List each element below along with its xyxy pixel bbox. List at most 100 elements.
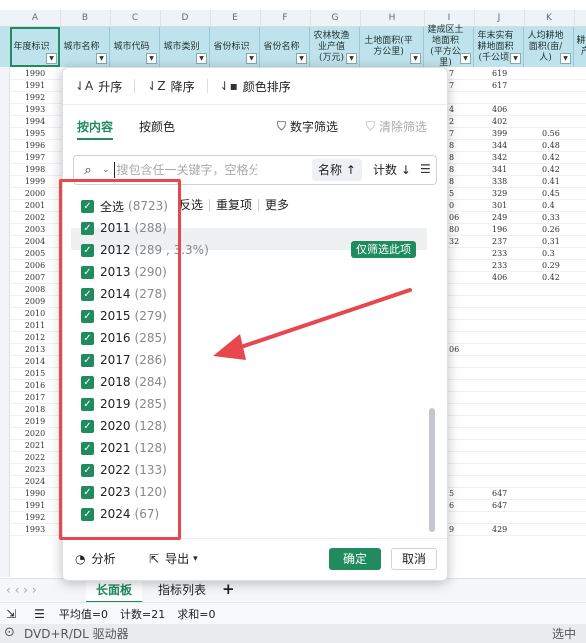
col-i-cell[interactable]: 8 (449, 176, 454, 188)
filter-dropdown-icon[interactable]: ▼ (410, 53, 421, 64)
col-i-cell[interactable]: 2 (449, 116, 454, 128)
col-i-cell[interactable]: 8 (449, 152, 454, 164)
col-j-cell[interactable]: 619 (492, 68, 507, 80)
col-k-cell[interactable]: 0.31 (542, 236, 560, 248)
year-cell[interactable]: 1993 (10, 104, 60, 116)
col-j-cell[interactable]: 647 (492, 488, 507, 500)
header-cell[interactable]: 城市代码 ▼ (110, 27, 160, 67)
col-j-cell[interactable]: 338 (492, 176, 507, 188)
duplicates-button[interactable]: 重复项 (210, 196, 258, 213)
year-cell[interactable]: 2011 (10, 320, 60, 332)
year-cell[interactable]: 1991 (10, 80, 60, 92)
col-i-cell[interactable]: 8 (449, 164, 454, 176)
col-i-cell[interactable]: 6 (449, 500, 454, 512)
year-cell[interactable]: 2021 (10, 440, 60, 452)
header-cell[interactable]: 省份名称 ▼ (260, 27, 310, 67)
chevron-down-icon[interactable]: ⌄ (102, 165, 110, 175)
year-cell[interactable]: 2016 (10, 380, 60, 392)
year-cell[interactable]: 1999 (10, 176, 60, 188)
filter-dropdown-icon[interactable]: ▼ (246, 53, 257, 64)
year-cell[interactable]: 2019 (10, 416, 60, 428)
col-k-cell[interactable]: 0.33 (542, 212, 560, 224)
year-cell[interactable]: 2008 (10, 284, 60, 296)
col-i-cell[interactable]: 32 (449, 236, 459, 248)
year-cell[interactable]: 1996 (10, 140, 60, 152)
number-filter-button[interactable]: ⛉ 数字筛选 (277, 118, 338, 135)
year-cell[interactable]: 2007 (10, 272, 60, 284)
year-cell[interactable]: 1997 (10, 152, 60, 164)
col-k-cell[interactable]: 0.42 (542, 272, 560, 284)
year-cell[interactable]: 2023 (10, 464, 60, 476)
drive-label[interactable]: DVD+R/DL 驱动器 (24, 625, 129, 642)
sort-color-button[interactable]: ⇃▪ 颜色排序 (208, 68, 303, 104)
col-j-cell[interactable]: 617 (492, 80, 507, 92)
year-cell[interactable]: 2004 (10, 236, 60, 248)
col-letter[interactable]: E (210, 10, 261, 26)
year-cell[interactable]: 2022 (10, 452, 60, 464)
header-cell[interactable]: 农林牧渔业产值(万元) ▼ (310, 27, 360, 67)
nav-arrows-icon[interactable]: ‹ ‹ › › (6, 583, 37, 597)
col-j-cell[interactable]: 647 (492, 500, 507, 512)
filter-dropdown-icon[interactable]: ▼ (296, 53, 307, 64)
header-cell[interactable]: 年末实有耕地面积(千公顷) ▼ (474, 27, 524, 67)
year-cell[interactable]: 2015 (10, 368, 60, 380)
header-cell[interactable]: 人均耕地面积(亩/人) ▼ (524, 27, 574, 67)
col-i-cell[interactable]: 5 (449, 488, 454, 500)
col-k-cell[interactable]: 0.42 (542, 152, 560, 164)
col-letter[interactable]: A (10, 10, 61, 26)
header-cell[interactable]: 耕地产 (574, 27, 586, 67)
add-sheet-button[interactable]: + (222, 580, 235, 598)
header-cell[interactable]: 年度标识 ▼ (10, 27, 60, 67)
export-button[interactable]: ⇱ 导出 ▾ (149, 550, 198, 567)
col-j-cell[interactable]: 429 (492, 524, 507, 536)
col-i-cell[interactable]: 7 (449, 128, 454, 140)
col-j-cell[interactable]: 399 (492, 128, 507, 140)
filter-dropdown-icon[interactable]: ▼ (196, 53, 207, 64)
filter-dropdown-icon[interactable]: ▼ (146, 53, 157, 64)
col-j-cell[interactable]: 233 (492, 260, 507, 272)
year-cell[interactable]: 2012 (10, 332, 60, 344)
col-k-cell[interactable]: 0.42 (542, 164, 560, 176)
filter-dropdown-icon[interactable]: ▼ (560, 53, 571, 64)
year-cell[interactable]: 2002 (10, 212, 60, 224)
filter-dropdown-icon[interactable]: ▼ (510, 53, 521, 64)
col-i-cell[interactable]: 4 (449, 104, 454, 116)
year-cell[interactable]: 2001 (10, 200, 60, 212)
year-cell[interactable]: 2005 (10, 248, 60, 260)
col-letter[interactable]: G (310, 10, 361, 26)
col-j-cell[interactable]: 406 (492, 104, 507, 116)
col-letter[interactable]: C (110, 10, 161, 26)
header-cell[interactable]: 城市名称 ▼ (60, 27, 110, 67)
col-i-cell[interactable]: 7 (449, 80, 454, 92)
header-cell[interactable]: 省份标识 ▼ (210, 27, 260, 67)
col-j-cell[interactable]: 196 (492, 224, 507, 236)
year-cell[interactable]: 1990 (10, 68, 60, 80)
col-j-cell[interactable]: 402 (492, 116, 507, 128)
search-icon[interactable]: ⌕ (74, 163, 102, 178)
col-i-cell[interactable]: 9 (449, 524, 454, 536)
col-k-cell[interactable]: 0.56 (542, 128, 560, 140)
col-k-cell[interactable]: 0.45 (542, 188, 560, 200)
year-cell[interactable]: 1994 (10, 116, 60, 128)
col-i-cell[interactable]: 7 (449, 68, 454, 80)
analyze-button[interactable]: ◔ 分析 (75, 550, 116, 567)
col-j-cell[interactable]: 341 (492, 164, 507, 176)
list-settings-icon[interactable]: ☰ (420, 162, 431, 176)
col-i-cell[interactable]: 06 (449, 344, 459, 356)
filter-dropdown-icon[interactable]: ▼ (46, 53, 57, 64)
year-cell[interactable]: 1995 (10, 128, 60, 140)
sort-by-name-button[interactable]: 名称 ↑ (312, 159, 362, 181)
col-k-cell[interactable]: 0.3 (542, 248, 555, 260)
sheet-icon[interactable]: ☰ (34, 607, 45, 621)
header-cell[interactable]: 土地面积(平方公里) ▼ (360, 27, 424, 67)
col-j-cell[interactable]: 344 (492, 140, 507, 152)
filter-dropdown-icon[interactable]: ▼ (460, 53, 471, 64)
year-cell[interactable]: 2000 (10, 188, 60, 200)
year-cell[interactable]: 1990 (10, 488, 60, 500)
sort-desc-button[interactable]: ⇃Z 降序 (135, 68, 206, 104)
year-cell[interactable]: 2013 (10, 344, 60, 356)
cancel-button[interactable]: 取消 (391, 548, 437, 570)
year-cell[interactable]: 1991 (10, 500, 60, 512)
header-cell[interactable]: 城市类别 ▼ (160, 27, 210, 67)
col-letter[interactable]: K (524, 10, 575, 26)
